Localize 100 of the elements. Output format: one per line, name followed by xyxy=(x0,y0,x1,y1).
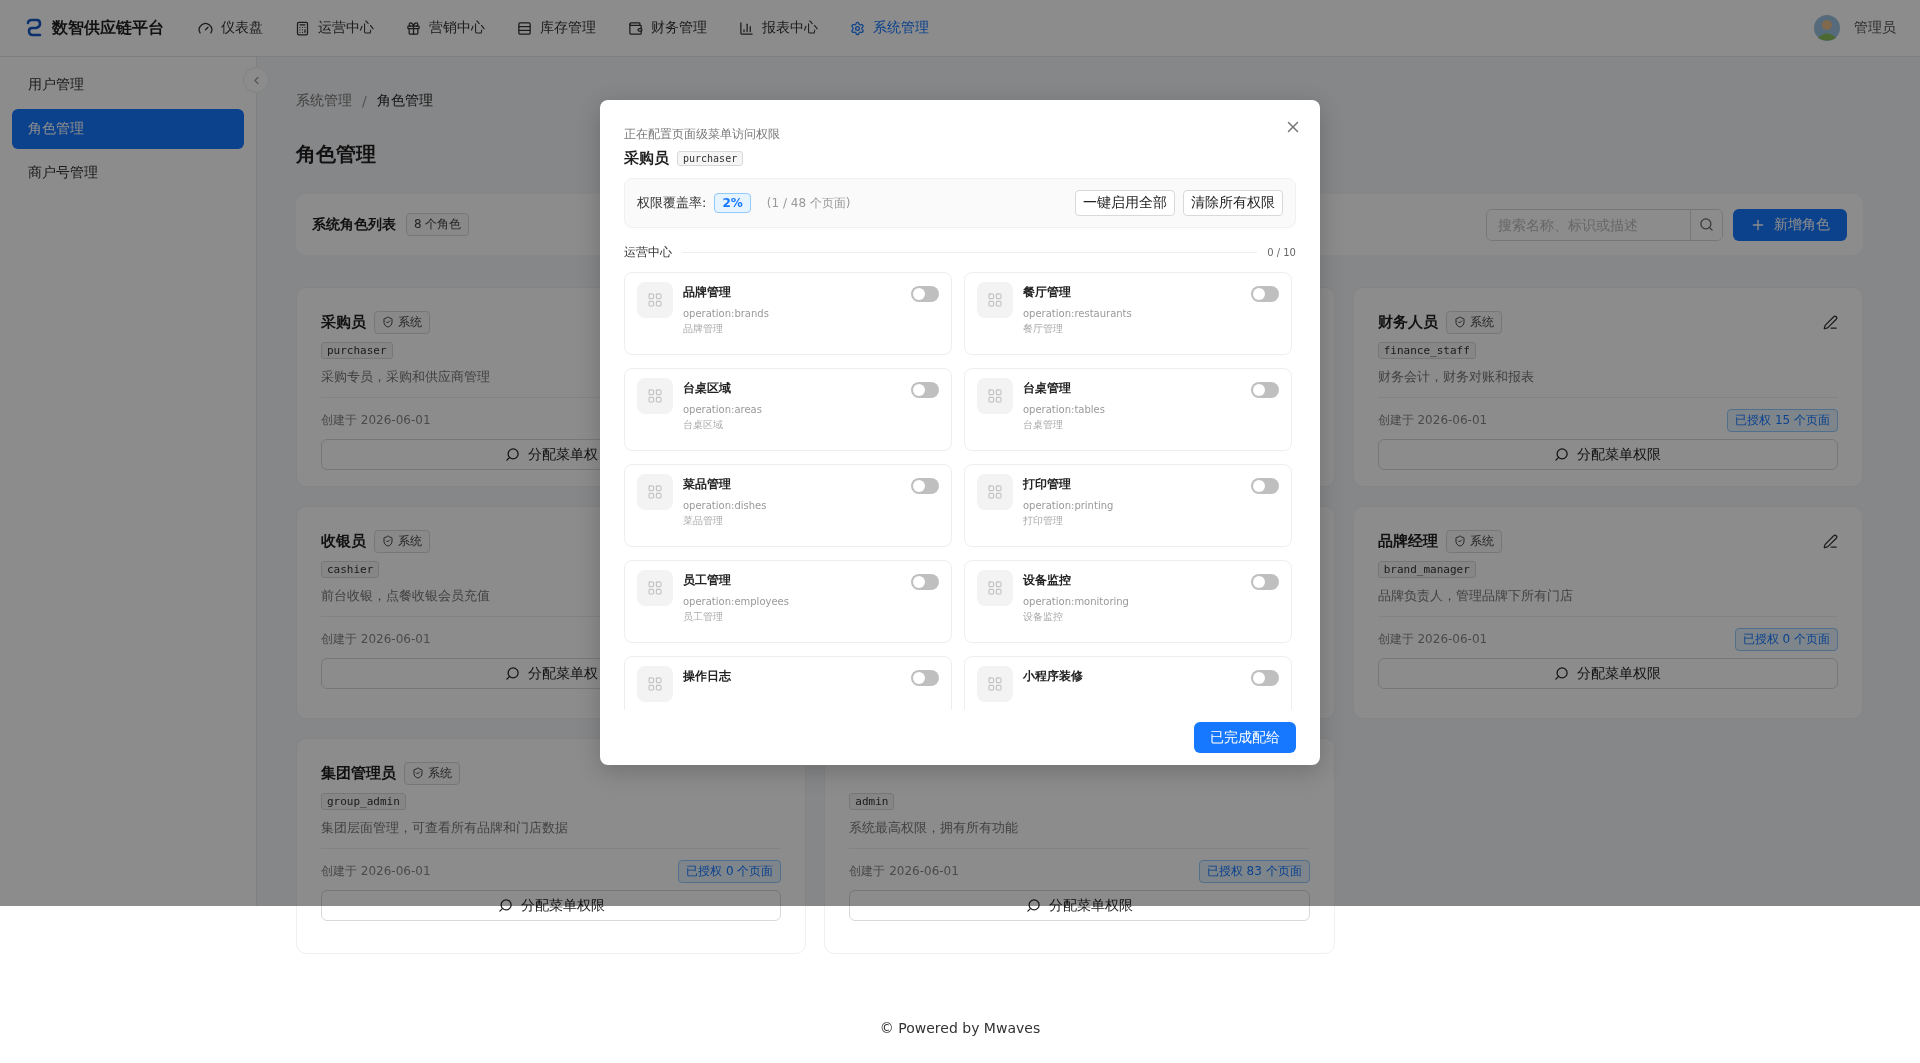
role-description: 系统最高权限，拥有所有功能 xyxy=(849,819,1019,837)
role-description: 前台收银，点餐收银会员充值 xyxy=(321,587,490,605)
footer-text: © Powered by Mwaves xyxy=(879,1020,1041,1036)
tag-label: 系统 xyxy=(428,764,452,782)
role-code: purchaser xyxy=(321,342,393,359)
avatar-icon xyxy=(1814,15,1840,41)
role-description: 品牌负责人，管理品牌下所有门店 xyxy=(1377,587,1573,605)
section-title: 运营中心 xyxy=(624,243,672,261)
nav-item[interactable]: 财务管理 xyxy=(616,19,719,37)
permission-name: 操作日志 xyxy=(683,668,732,685)
permission-code: operation:areas xyxy=(683,404,763,415)
toggle-switch[interactable] xyxy=(1251,670,1279,686)
grid-icon xyxy=(637,378,673,414)
search-icon xyxy=(1699,217,1714,232)
user-name: 管理员 xyxy=(1854,19,1896,37)
coverage-label: 权限覆盖率: xyxy=(637,194,707,212)
permission-name: 台桌管理 xyxy=(1023,380,1072,397)
permission-description: 菜品管理 xyxy=(683,514,724,528)
toggle-switch[interactable] xyxy=(911,670,939,686)
shield-icon xyxy=(382,535,394,547)
role-name: 品牌经理 xyxy=(1377,531,1438,551)
edit-button[interactable] xyxy=(1823,533,1838,549)
search-icon xyxy=(1554,447,1570,462)
logo-icon xyxy=(24,18,44,38)
permission-code: operation:tables xyxy=(1023,404,1106,415)
permission-code: operation:monitoring xyxy=(1023,596,1130,607)
role-code: group_admin xyxy=(321,793,406,810)
gift-icon xyxy=(406,20,421,36)
toggle-switch[interactable] xyxy=(1251,574,1279,590)
nav-item[interactable]: 仪表盘 xyxy=(186,19,275,37)
search-icon xyxy=(1026,898,1041,913)
role-name: 集团管理员 xyxy=(321,763,396,783)
edit-button[interactable] xyxy=(1823,314,1838,330)
permission-description: 设备监控 xyxy=(1023,610,1064,624)
pen-icon xyxy=(1823,314,1838,330)
brand-name: 数智供应链平台 xyxy=(52,17,164,39)
toggle-switch[interactable] xyxy=(1251,478,1279,494)
breadcrumb-item[interactable]: 系统管理 xyxy=(296,92,352,110)
toggle-switch[interactable] xyxy=(1251,382,1279,398)
permission-name: 小程序装修 xyxy=(1023,668,1084,685)
shield-icon xyxy=(412,767,424,779)
section-count: 0 / 10 xyxy=(1267,246,1296,258)
done-button[interactable]: 已完成配给 xyxy=(1194,722,1296,753)
search-icon xyxy=(497,898,513,913)
search-button[interactable] xyxy=(1690,209,1722,240)
sidebar-item[interactable]: 角色管理 xyxy=(12,109,244,149)
assign-permissions-button[interactable]: 分配菜单权限 xyxy=(1377,439,1838,470)
grid-icon xyxy=(977,378,1013,414)
role-code: finance_staff xyxy=(1377,342,1476,359)
permission-name: 菜品管理 xyxy=(683,476,732,493)
nav-item[interactable]: 报表中心 xyxy=(727,19,830,37)
toggle-switch[interactable] xyxy=(1251,286,1279,302)
search-icon xyxy=(504,666,520,681)
toggle-switch[interactable] xyxy=(911,382,939,398)
coverage-detail: (1 / 48 个页面) xyxy=(766,194,851,212)
role-code: purchaser xyxy=(677,151,744,166)
toggle-switch[interactable] xyxy=(911,478,939,494)
settings-icon xyxy=(850,20,865,36)
list-title: 系统角色列表 xyxy=(312,215,396,234)
pages-badge: 已授权 0 个页面 xyxy=(1734,627,1838,651)
grid-icon xyxy=(977,666,1013,702)
sidebar-item[interactable]: 用户管理 xyxy=(12,65,244,105)
shield-icon xyxy=(382,316,394,328)
rows-icon xyxy=(517,20,532,36)
grid-icon xyxy=(637,474,673,510)
add-role-button[interactable]: 新增角色 xyxy=(1733,208,1847,241)
dialog-role-name: 采购员 xyxy=(624,149,669,168)
enable-all-button[interactable]: 一键启用全部 xyxy=(1075,190,1175,216)
assign-permissions-button[interactable]: 分配菜单权限 xyxy=(1377,658,1838,689)
grid-icon xyxy=(977,282,1013,318)
permission-name: 餐厅管理 xyxy=(1023,284,1072,301)
grid-icon xyxy=(637,282,673,318)
nav-item[interactable]: 运营中心 xyxy=(283,19,386,37)
wallet-icon xyxy=(628,20,643,36)
toggle-switch[interactable] xyxy=(911,574,939,590)
tag-label: 系统 xyxy=(1469,313,1494,331)
tag-label: 系统 xyxy=(398,532,422,550)
toggle-switch[interactable] xyxy=(911,286,939,302)
collapse-button[interactable] xyxy=(243,67,269,93)
breadcrumb-item: 角色管理 xyxy=(376,92,433,110)
permission-name: 设备监控 xyxy=(1023,572,1072,589)
permission-name: 台桌区域 xyxy=(683,380,732,397)
search-icon xyxy=(504,447,520,462)
shield-icon xyxy=(1453,316,1466,328)
breadcrumb-separator: / xyxy=(362,93,367,109)
permission-name: 品牌管理 xyxy=(683,284,732,301)
nav-item[interactable]: 库存管理 xyxy=(505,19,608,37)
grid-icon xyxy=(977,474,1013,510)
role-code: admin xyxy=(849,793,895,810)
nav-item[interactable]: 营销中心 xyxy=(394,19,497,37)
sidebar-item[interactable]: 商户号管理 xyxy=(12,153,244,193)
role-name: 收银员 xyxy=(321,531,366,551)
tag-label: 系统 xyxy=(398,313,422,331)
bar-chart-icon xyxy=(739,20,754,36)
calculator-icon xyxy=(295,20,310,36)
pen-icon xyxy=(1823,533,1838,549)
nav-item[interactable]: 系统管理 xyxy=(838,19,941,37)
clear-all-button[interactable]: 清除所有权限 xyxy=(1183,190,1283,216)
page-title: 角色管理 xyxy=(296,141,376,168)
count-tag: 8 个角色 xyxy=(406,213,470,236)
